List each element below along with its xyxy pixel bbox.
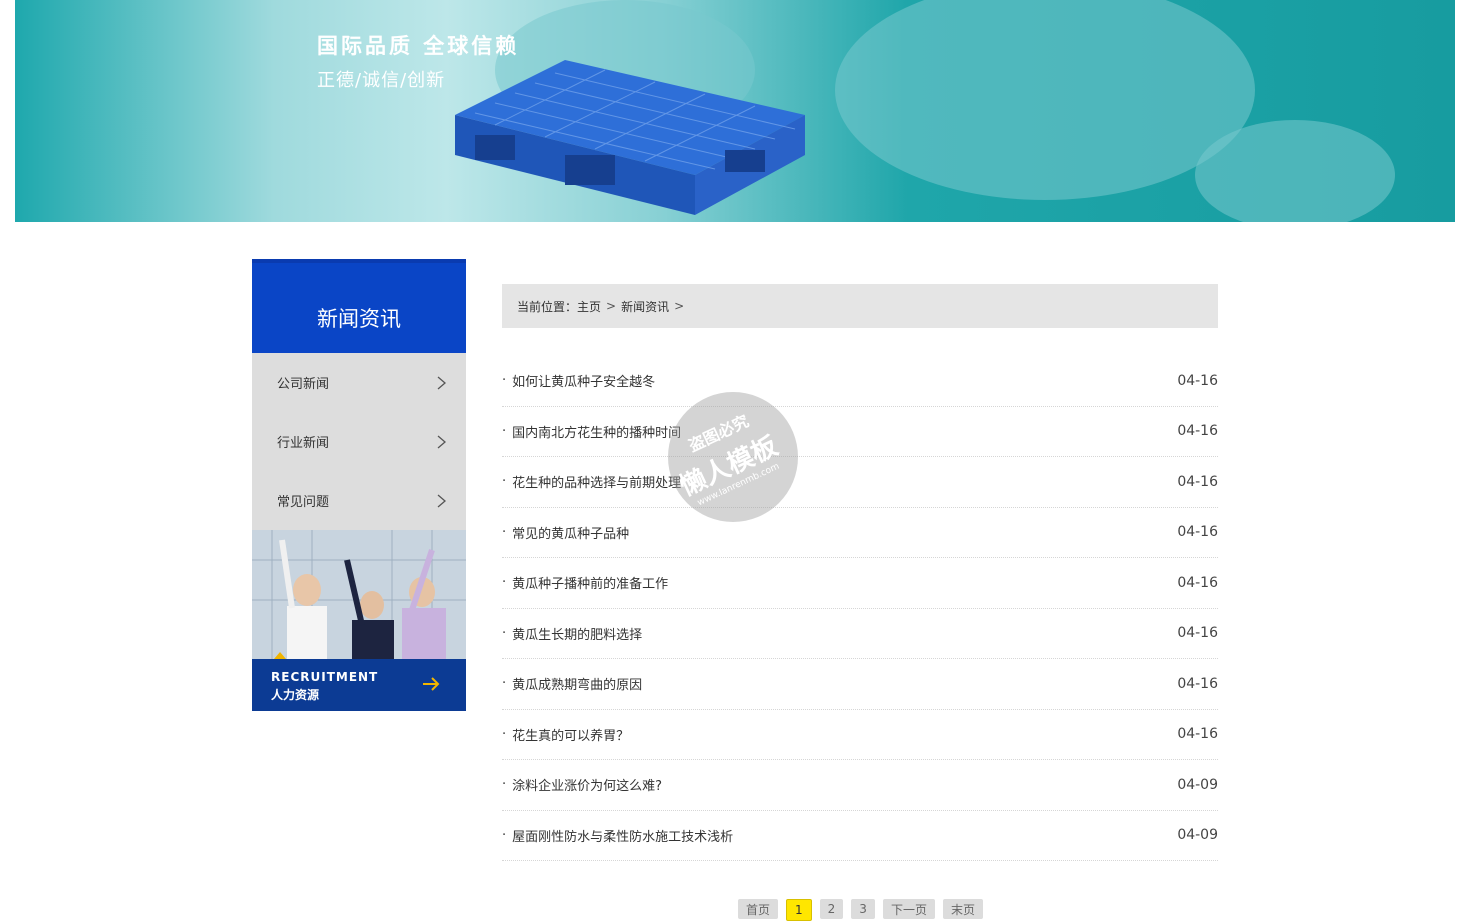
- news-title: 国内南北方花生种的播种时间: [512, 425, 682, 441]
- news-title-link[interactable]: · 花生真的可以养胃？: [502, 725, 629, 744]
- news-row: · 涂料企业涨价为何这么难? 04-09: [502, 760, 1218, 811]
- news-title-link[interactable]: · 黄瓜种子播种前的准备工作: [502, 573, 668, 592]
- recruitment-en: RECRUITMENT: [271, 670, 379, 684]
- pager-last-button[interactable]: 末页: [942, 899, 983, 919]
- news-title-link[interactable]: · 黄瓜成熟期弯曲的原因: [502, 674, 642, 693]
- bullet-icon: ·: [502, 827, 507, 843]
- breadcrumb: 当前位置： 主页 > 新闻资讯 >: [502, 284, 1218, 328]
- news-date: 04-09: [1177, 776, 1218, 793]
- news-row: · 黄瓜成熟期弯曲的原因 04-16: [502, 659, 1218, 710]
- news-title: 涂料企业涨价为何这么难?: [512, 779, 663, 795]
- sidebar-item-company-news[interactable]: 公司新闻: [252, 353, 466, 412]
- news-row: · 屋面刚性防水与柔性防水施工技术浅析 04-09: [502, 811, 1218, 861]
- news-title: 花生种的品种选择与前期处理: [512, 476, 682, 492]
- chevron-right-icon: [437, 376, 446, 389]
- pallet-image: [455, 60, 805, 215]
- news-date: 04-16: [1177, 473, 1218, 490]
- news-title-link[interactable]: · 黄瓜生长期的肥料选择: [502, 624, 642, 643]
- recruitment-photo: [252, 530, 466, 659]
- news-row: · 常见的黄瓜种子品种 04-16: [502, 508, 1218, 558]
- bullet-icon: ·: [502, 474, 507, 490]
- news-date: 04-16: [1177, 625, 1218, 642]
- news-date: 04-16: [1177, 574, 1218, 591]
- bullet-icon: ·: [502, 524, 507, 540]
- sidebar-item-label: 行业新闻: [277, 436, 330, 451]
- sidebar-item-faq[interactable]: 常见问题: [252, 471, 466, 530]
- news-row: · 花生真的可以养胃？ 04-16: [502, 710, 1218, 760]
- breadcrumb-separator: >: [606, 299, 617, 313]
- news-title-link[interactable]: · 屋面刚性防水与柔性防水施工技术浅析: [502, 826, 733, 845]
- breadcrumb-home-link[interactable]: 主页: [577, 298, 601, 315]
- hero-banner: 国际品质 全球信赖 正德/诚信/创新: [15, 0, 1455, 222]
- news-date: 04-16: [1177, 726, 1218, 743]
- breadcrumb-prefix: 当前位置：: [517, 299, 578, 314]
- news-title-link[interactable]: · 国内南北方花生种的播种时间: [502, 422, 681, 441]
- news-title-link[interactable]: · 花生种的品种选择与前期处理: [502, 472, 681, 491]
- news-title: 花生真的可以养胃？: [512, 728, 630, 744]
- bullet-icon: ·: [502, 625, 507, 641]
- pager-page-1-button[interactable]: 1: [786, 899, 812, 921]
- chevron-right-icon: [437, 435, 446, 448]
- breadcrumb-separator: >: [674, 299, 685, 313]
- news-row: · 黄瓜生长期的肥料选择 04-16: [502, 609, 1218, 659]
- news-title-link[interactable]: · 常见的黄瓜种子品种: [502, 523, 629, 542]
- triangle-accent-icon: [274, 652, 286, 659]
- pager-first-button[interactable]: 首页: [738, 899, 779, 919]
- main-content: 当前位置： 主页 > 新闻资讯 > · 如何让黄瓜种子安全越冬 04-16 · 国内…: [502, 284, 1218, 861]
- watermark-stamp: 盗图必究 懒人模板 www.lanrenmb.com: [668, 392, 798, 522]
- chevron-right-icon: [437, 494, 446, 507]
- news-title: 如何让黄瓜种子安全越冬: [512, 375, 656, 391]
- sidebar-heading: 新闻资讯: [252, 259, 466, 353]
- news-row: · 国内南北方花生种的播种时间 04-16: [502, 407, 1218, 457]
- news-date: 04-16: [1177, 675, 1218, 692]
- bullet-icon: ·: [502, 423, 507, 439]
- sidebar-item-label: 常见问题: [277, 495, 330, 510]
- news-title-link[interactable]: · 如何让黄瓜种子安全越冬: [502, 371, 655, 390]
- recruitment-banner[interactable]: RECRUITMENT 人力资源: [252, 530, 466, 711]
- world-map-shape: [1195, 120, 1395, 222]
- sidebar-menu: 公司新闻 行业新闻 常见问题: [252, 353, 466, 530]
- bullet-icon: ·: [502, 373, 507, 389]
- breadcrumb-current-link[interactable]: 新闻资讯: [621, 298, 669, 315]
- news-row: · 如何让黄瓜种子安全越冬 04-16: [502, 356, 1218, 407]
- news-title: 常见的黄瓜种子品种: [512, 526, 630, 542]
- recruitment-cn: 人力资源: [271, 688, 320, 702]
- news-title: 黄瓜种子播种前的准备工作: [512, 577, 669, 593]
- bullet-icon: ·: [502, 575, 507, 591]
- banner-subtitle: 正德/诚信/创新: [317, 70, 446, 91]
- news-date: 04-09: [1177, 827, 1218, 844]
- sidebar-item-label: 公司新闻: [277, 377, 330, 392]
- news-title-link[interactable]: · 涂料企业涨价为何这么难?: [502, 775, 662, 794]
- news-date: 04-16: [1177, 372, 1218, 389]
- news-row: · 花生种的品种选择与前期处理 04-16: [502, 457, 1218, 508]
- news-title: 黄瓜生长期的肥料选择: [512, 627, 643, 643]
- news-list: · 如何让黄瓜种子安全越冬 04-16 · 国内南北方花生种的播种时间 04-16 …: [502, 356, 1218, 861]
- news-title: 黄瓜成熟期弯曲的原因: [512, 678, 643, 694]
- world-map-shape: [835, 0, 1255, 200]
- arrow-right-icon: [423, 677, 440, 691]
- pager-page-2-button[interactable]: 2: [819, 899, 844, 919]
- news-row: · 黄瓜种子播种前的准备工作 04-16: [502, 558, 1218, 609]
- bullet-icon: ·: [502, 726, 507, 742]
- news-date: 04-16: [1177, 423, 1218, 440]
- sidebar-item-industry-news[interactable]: 行业新闻: [252, 412, 466, 471]
- recruitment-bar: RECRUITMENT 人力资源: [252, 659, 466, 711]
- banner-title: 国际品质 全球信赖: [317, 34, 520, 58]
- news-title: 屋面刚性防水与柔性防水施工技术浅析: [512, 829, 734, 845]
- sidebar: 新闻资讯 公司新闻 行业新闻 常见问题 RECRUITMENT 人力资源: [252, 259, 466, 711]
- bullet-icon: ·: [502, 777, 507, 793]
- bullet-icon: ·: [502, 676, 507, 692]
- pagination: 首页 1 2 3 下一页 末页: [738, 899, 983, 921]
- news-date: 04-16: [1177, 524, 1218, 541]
- pager-next-button[interactable]: 下一页: [882, 899, 935, 919]
- pager-page-3-button[interactable]: 3: [851, 899, 875, 919]
